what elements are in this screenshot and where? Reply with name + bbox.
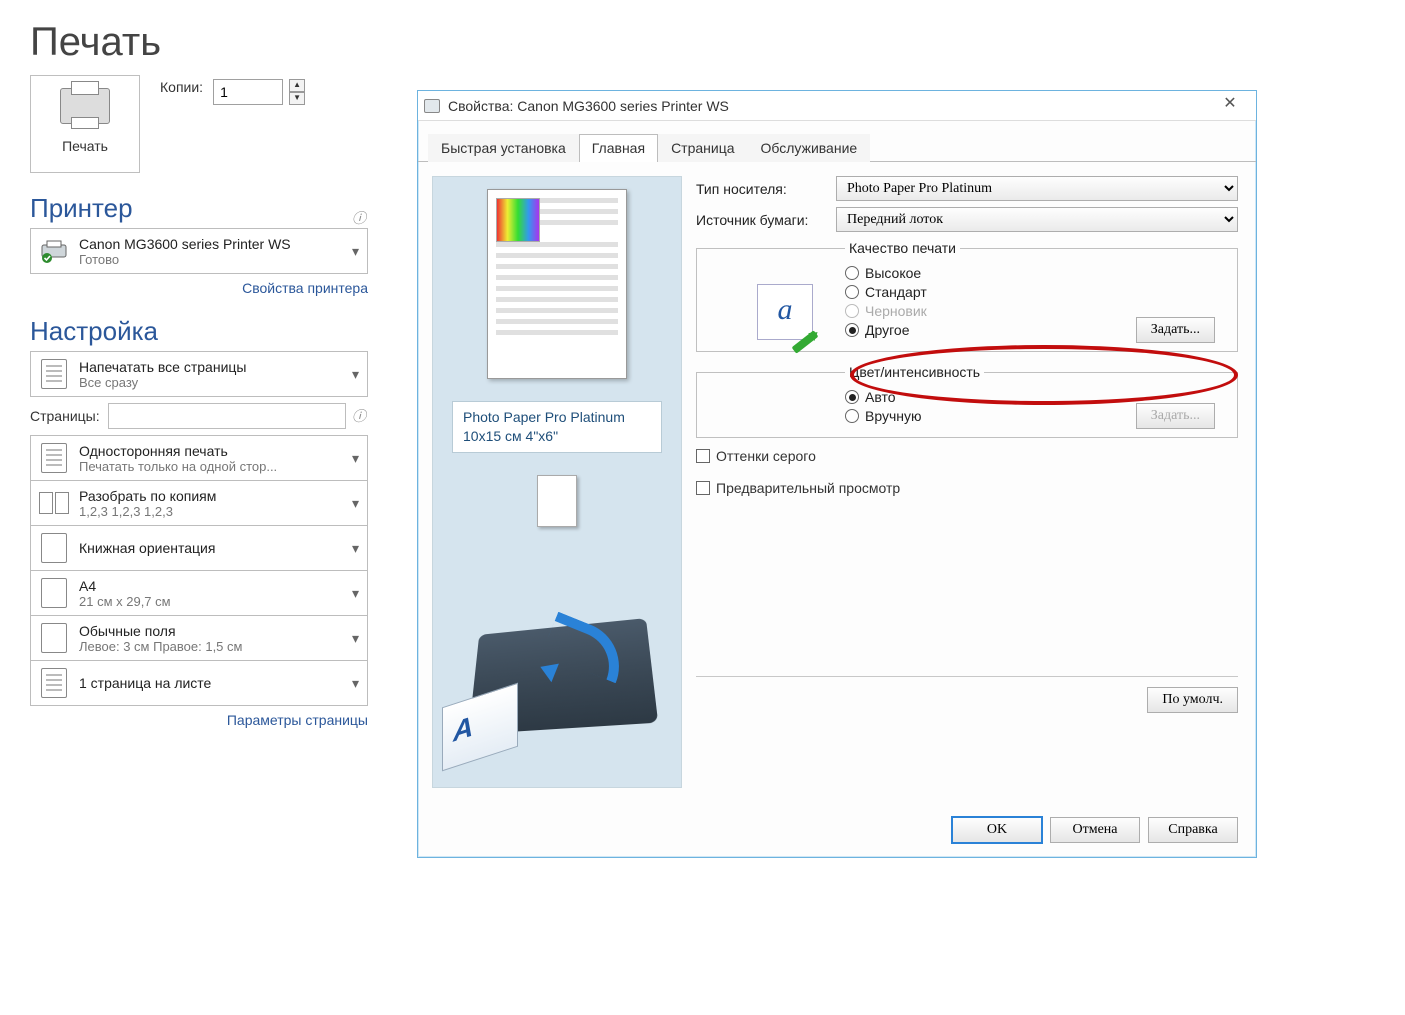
paper-source-label: Источник бумаги: [696, 212, 836, 228]
print-range-select[interactable]: Напечатать все страницы Все сразу ▾ [30, 351, 368, 397]
print-quality-group: Качество печати a Высокое Стандарт Черно… [696, 240, 1238, 352]
chevron-down-icon: ▾ [352, 630, 359, 647]
quality-set-button[interactable]: Задать... [1136, 317, 1215, 343]
quality-standard-radio[interactable] [845, 285, 859, 299]
paper-source-select[interactable]: Передний лоток [836, 207, 1238, 232]
margins-select[interactable]: Обычные поля Левое: 3 см Правое: 1,5 см … [30, 615, 368, 661]
print-button-label: Печать [31, 138, 139, 154]
quality-other-radio[interactable] [845, 323, 859, 337]
help-button[interactable]: Справка [1148, 817, 1238, 843]
chevron-down-icon: ▾ [352, 675, 359, 692]
page-setup-link[interactable]: Параметры страницы [30, 712, 368, 728]
printer-illustration [452, 595, 662, 775]
grayscale-checkbox[interactable] [696, 449, 710, 463]
tab-maintenance[interactable]: Обслуживание [748, 134, 871, 162]
printer-ready-icon [39, 236, 69, 266]
pages-label: Страницы: [30, 408, 102, 424]
printer-properties-dialog: Свойства: Canon MG3600 series Printer WS… [417, 90, 1257, 858]
page-title: Печать [30, 20, 370, 65]
orientation-icon [41, 533, 67, 563]
small-page-preview [537, 475, 577, 527]
color-intensity-legend: Цвет/интенсивность [845, 364, 984, 380]
papersize-select[interactable]: A4 21 см x 29,7 см ▾ [30, 570, 368, 616]
quality-draft-radio [845, 304, 859, 318]
cancel-button[interactable]: Отмена [1050, 817, 1140, 843]
tab-bar: Быстрая установка Главная Страница Обслу… [418, 121, 1256, 162]
printer-properties-link[interactable]: Свойства принтера [30, 280, 368, 296]
preview-paper-size: 10x15 см 4"x6" [463, 427, 651, 446]
ok-button[interactable]: OK [952, 817, 1042, 843]
copies-input[interactable] [213, 79, 283, 105]
chevron-down-icon: ▾ [352, 243, 359, 260]
collate-select[interactable]: Разобрать по копиям 1,2,3 1,2,3 1,2,3 ▾ [30, 480, 368, 526]
paper-icon [41, 578, 67, 608]
print-quality-legend: Качество печати [845, 240, 960, 256]
copies-spin-up[interactable]: ▲ [289, 79, 305, 92]
dialog-title: Свойства: Canon MG3600 series Printer WS [448, 98, 1210, 114]
printer-icon [60, 88, 110, 124]
color-intensity-group: Цвет/интенсивность Авто Вручную Задать..… [696, 364, 1238, 438]
printer-section-title: Принтер [30, 193, 133, 224]
color-auto-radio[interactable] [845, 390, 859, 404]
color-set-button: Задать... [1136, 403, 1215, 429]
tab-page[interactable]: Страница [658, 134, 747, 162]
grayscale-label: Оттенки серого [716, 448, 816, 464]
pages-per-sheet-select[interactable]: 1 страница на листе ▾ [30, 660, 368, 706]
per-sheet-icon [41, 668, 67, 698]
pages-icon [41, 359, 67, 389]
paper-preview [487, 189, 627, 379]
close-button[interactable]: ✕ [1210, 93, 1250, 119]
copies-spin-down[interactable]: ▼ [289, 92, 305, 105]
copies-label: Копии: [160, 79, 203, 95]
printer-icon [424, 99, 440, 113]
chevron-down-icon: ▾ [352, 495, 359, 512]
tab-quick-setup[interactable]: Быстрая установка [428, 134, 579, 162]
chevron-down-icon: ▾ [352, 450, 359, 467]
info-icon[interactable]: ⓘ [352, 208, 366, 228]
tab-main[interactable]: Главная [579, 134, 658, 162]
margins-icon [41, 623, 67, 653]
chevron-down-icon: ▾ [352, 540, 359, 557]
preview-checkbox[interactable] [696, 481, 710, 495]
printer-name: Canon MG3600 series Printer WS [79, 236, 342, 252]
preview-paper-name: Photo Paper Pro Platinum [463, 408, 651, 427]
page-single-icon [41, 443, 67, 473]
printer-status: Готово [79, 252, 342, 267]
collate-icon [39, 492, 69, 514]
quality-high-radio[interactable] [845, 266, 859, 280]
chevron-down-icon: ▾ [352, 366, 359, 383]
preview-pane: Photo Paper Pro Platinum 10x15 см 4"x6" [432, 176, 682, 788]
info-icon[interactable]: ⓘ [352, 406, 366, 426]
pages-input[interactable] [108, 403, 346, 429]
orientation-select[interactable]: Книжная ориентация ▾ [30, 525, 368, 571]
chevron-down-icon: ▾ [352, 585, 359, 602]
preview-label: Предварительный просмотр [716, 480, 900, 496]
settings-section-title: Настройка [30, 316, 370, 347]
media-type-select[interactable]: Photo Paper Pro Platinum [836, 176, 1238, 201]
quality-a-icon: a [757, 284, 813, 340]
duplex-select[interactable]: Односторонняя печать Печатать только на … [30, 435, 368, 481]
color-manual-radio[interactable] [845, 409, 859, 423]
print-button[interactable]: Печать [30, 75, 140, 173]
defaults-button[interactable]: По умолч. [1147, 687, 1238, 713]
printer-select[interactable]: Canon MG3600 series Printer WS Готово ▾ [30, 228, 368, 274]
media-type-label: Тип носителя: [696, 181, 836, 197]
